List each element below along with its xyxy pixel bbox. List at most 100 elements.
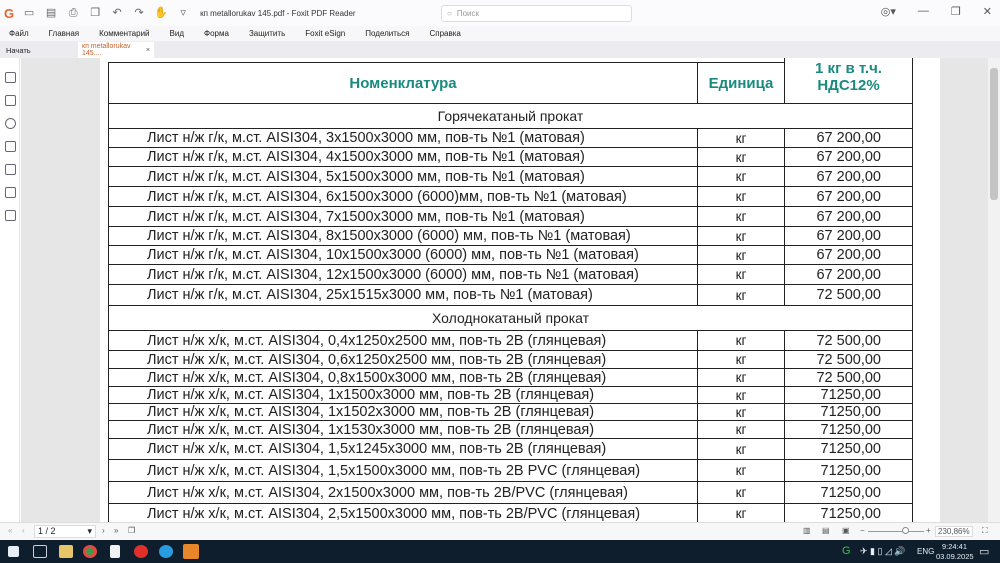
chrome-icon[interactable] (83, 545, 97, 558)
attachment-icon[interactable] (5, 164, 16, 175)
hand-tool-icon[interactable]: ✋ (154, 6, 168, 20)
last-page-icon[interactable]: » (114, 526, 118, 535)
menu-item[interactable]: Комментарий (99, 29, 149, 38)
comment-icon[interactable] (5, 118, 16, 129)
cell-unit: кг (697, 166, 785, 187)
header-price: 1 кг в т.ч. НДС12% (784, 58, 913, 104)
menu-item[interactable]: Файл (9, 29, 29, 38)
prev-page-icon[interactable]: ‹ (22, 526, 25, 535)
restore-icon[interactable]: ❐ (951, 5, 961, 18)
cell-unit: кг (697, 503, 785, 522)
print-icon[interactable]: ⎙ (66, 6, 80, 20)
account-icon[interactable]: ◎▾ (881, 5, 896, 18)
save-icon[interactable]: ▤ (44, 6, 58, 20)
header-unit-text: Единица (708, 74, 774, 92)
customize-icon[interactable]: ▿ (176, 6, 190, 20)
cell-name-text: Лист н/ж г/к, м.ст. AISI304, 25x1515x300… (147, 287, 593, 303)
cell-price: 72 500,00 (784, 368, 913, 387)
cell-name: Лист н/ж х/к, м.ст. AISI304, 0,6x1250x25… (108, 350, 698, 369)
cell-price: 71250,00 (784, 386, 913, 404)
window-title: кп metallorukav 145.pdf - Foxit PDF Read… (200, 8, 356, 18)
cell-unit-text: кг (735, 333, 747, 348)
continuous-icon[interactable]: ▥ (803, 526, 811, 535)
redo-icon[interactable]: ↷ (132, 6, 146, 20)
page-number-input[interactable]: 1 / 2 ▾ (34, 525, 96, 538)
close-icon[interactable]: ✕ (983, 5, 992, 18)
menu-item[interactable]: Вид (170, 29, 184, 38)
zoom-out-icon[interactable]: − (860, 526, 865, 535)
cell-price: 71250,00 (784, 481, 913, 504)
scrollbar-thumb[interactable] (990, 68, 998, 200)
foxit-taskbar-icon[interactable] (183, 544, 199, 559)
menu-item[interactable]: Главная (49, 29, 79, 38)
cell-name-text: Лист н/ж г/к, м.ст. AISI304, 3x1500x3000… (147, 130, 585, 146)
cell-name: Лист н/ж х/к, м.ст. AISI304, 0,8x1500x30… (108, 368, 698, 387)
cell-unit: кг (697, 420, 785, 439)
tab-close-icon[interactable]: × (146, 47, 150, 54)
single-page-icon[interactable]: ▣ (842, 526, 850, 535)
file-explorer-icon[interactable] (59, 545, 73, 558)
cell-unit-text: кг (735, 463, 747, 478)
cell-unit: кг (697, 481, 785, 504)
clock-date[interactable]: 03.09.2025 (936, 552, 974, 561)
cell-unit: кг (697, 147, 785, 167)
first-page-icon[interactable]: « (8, 526, 12, 535)
yandex-icon[interactable] (134, 545, 148, 558)
fullscreen-icon[interactable]: ⛶ (982, 526, 988, 536)
cell-name-text: Лист н/ж х/к, м.ст. AISI304, 1,5x1500x30… (147, 462, 641, 479)
zoom-slider-handle[interactable] (902, 527, 909, 534)
clock-time[interactable]: 9:24:41 (942, 542, 967, 551)
fit-page-icon[interactable]: ▤ (822, 526, 830, 535)
cell-name-text: Лист н/ж г/к, м.ст. AISI304, 6x1500x3000… (147, 188, 627, 205)
menu-item[interactable]: Foxit eSign (305, 29, 345, 38)
cell-price: 72 500,00 (784, 284, 913, 306)
header-unit: Единица (697, 62, 785, 104)
next-page-icon[interactable]: › (102, 526, 105, 535)
cell-unit: кг (697, 330, 785, 351)
cell-name: Лист н/ж г/к, м.ст. AISI304, 7x1500x3000… (108, 206, 698, 227)
tray-app-icon[interactable]: G (842, 545, 851, 557)
undo-icon[interactable]: ↶ (110, 6, 124, 20)
notepad-icon[interactable] (110, 545, 120, 558)
menu-item[interactable]: Справка (429, 29, 460, 38)
tab-label: кп metallorukav 145.... (82, 43, 131, 57)
menu-item[interactable]: Форма (204, 29, 229, 38)
open-icon[interactable]: ▭ (22, 6, 36, 20)
tab-home[interactable]: Начать (0, 46, 78, 55)
bookmark-icon[interactable] (5, 72, 16, 83)
signature-icon[interactable] (5, 210, 16, 221)
security-icon[interactable] (5, 187, 16, 198)
zoom-in-icon[interactable]: + (926, 526, 931, 535)
windows-start-icon[interactable] (8, 546, 19, 557)
left-sidebar (0, 58, 20, 522)
cell-unit: кг (697, 206, 785, 227)
cell-price: 71250,00 (784, 403, 913, 421)
page-view-icon[interactable]: ❐ (128, 526, 135, 535)
telegram-icon[interactable] (159, 545, 173, 558)
pages-icon[interactable] (5, 95, 16, 106)
layers-icon[interactable] (5, 141, 16, 152)
cell-name: Лист н/ж х/к, м.ст. AISI304, 1,5x1245x30… (108, 438, 698, 460)
cell-price: 71250,00 (784, 420, 913, 439)
zoom-slider[interactable] (868, 531, 924, 532)
cell-price: 67 200,00 (784, 166, 913, 187)
search-input[interactable]: ○ Поиск (441, 5, 632, 22)
cell-price: 67 200,00 (784, 245, 913, 265)
tray-icons[interactable]: ✈ ▮ ▯ ◿ 🔊 (860, 546, 906, 557)
page-number: 1 / 2 (38, 526, 56, 536)
export-icon[interactable]: ❐ (88, 6, 102, 20)
cell-name-text: Лист н/ж х/к, м.ст. AISI304, 2,5x1500x30… (147, 505, 641, 522)
language-indicator[interactable]: ENG (917, 547, 934, 556)
cell-price: 71250,00 (784, 459, 913, 482)
zoom-level[interactable]: 230,86% (935, 526, 973, 537)
cell-name: Лист н/ж г/к, м.ст. AISI304, 5x1500x3000… (108, 166, 698, 187)
cell-unit-text: кг (735, 441, 747, 457)
notifications-icon[interactable]: ▭ (979, 545, 989, 558)
cell-price-text: 71250,00 (820, 505, 881, 522)
task-view-icon[interactable] (33, 545, 47, 558)
cell-unit: кг (697, 368, 785, 387)
tab-document[interactable]: кп metallorukav 145.... × (78, 42, 154, 58)
menu-item[interactable]: Защитить (249, 29, 285, 38)
minimize-icon[interactable]: — (918, 5, 929, 18)
menu-item[interactable]: Поделиться (365, 29, 409, 38)
